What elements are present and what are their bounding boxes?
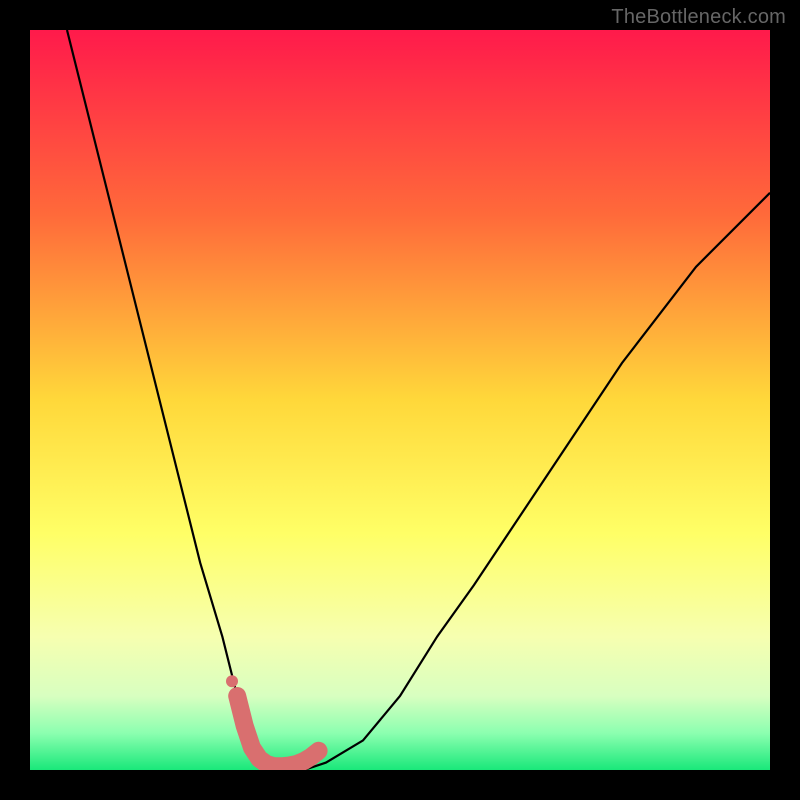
attribution-text: TheBottleneck.com (611, 6, 786, 29)
background-gradient (30, 30, 770, 770)
plot-area (30, 30, 770, 770)
chart-frame: TheBottleneck.com (0, 0, 800, 800)
